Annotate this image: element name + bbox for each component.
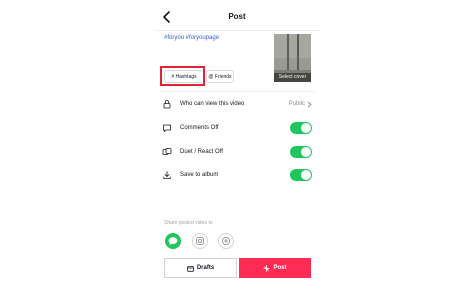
post-label: Post — [273, 265, 287, 271]
drafts-button[interactable]: Drafts — [164, 258, 237, 278]
duet-row: Duet / React Off — [160, 144, 312, 160]
comments-row: Comments Off — [160, 120, 312, 136]
save-toggle[interactable] — [290, 169, 312, 181]
comments-toggle[interactable] — [290, 122, 312, 134]
share-label: Share posted video to — [164, 220, 213, 226]
select-cover-label: Select cover — [274, 73, 311, 82]
chevron-right-icon — [307, 101, 312, 107]
add-share-button[interactable] — [218, 233, 234, 249]
download-icon — [163, 171, 171, 179]
lock-icon — [163, 100, 171, 109]
toggle-knob — [301, 123, 311, 133]
duet-icon — [162, 148, 172, 155]
privacy-value: Public — [288, 101, 305, 107]
toggle-knob — [301, 170, 311, 180]
highlight-box — [160, 66, 205, 86]
message-icon — [168, 237, 178, 246]
drafts-icon — [187, 265, 194, 272]
post-button[interactable]: Post — [239, 258, 311, 278]
cover-thumbnail[interactable]: Select cover — [274, 34, 311, 82]
duet-toggle[interactable] — [290, 146, 312, 158]
add-share-icon — [222, 237, 230, 245]
instagram-icon — [196, 237, 204, 245]
friends-button[interactable]: @ Friends — [206, 70, 234, 83]
section-divider — [160, 91, 314, 92]
privacy-row[interactable]: Who can view this video Public — [160, 96, 312, 112]
sparkle-icon — [263, 264, 271, 272]
message-share-button[interactable] — [165, 233, 181, 249]
instagram-share-button[interactable] — [192, 233, 208, 249]
save-row: Save to album — [160, 167, 312, 183]
privacy-label: Who can view this video — [180, 101, 245, 107]
drafts-label: Drafts — [196, 265, 215, 271]
comment-icon — [163, 124, 171, 132]
page-title: Post — [228, 12, 246, 21]
caption-input[interactable]: #foryou #foryoupage — [164, 35, 219, 41]
header-divider — [154, 30, 320, 31]
toggle-knob — [301, 147, 311, 157]
